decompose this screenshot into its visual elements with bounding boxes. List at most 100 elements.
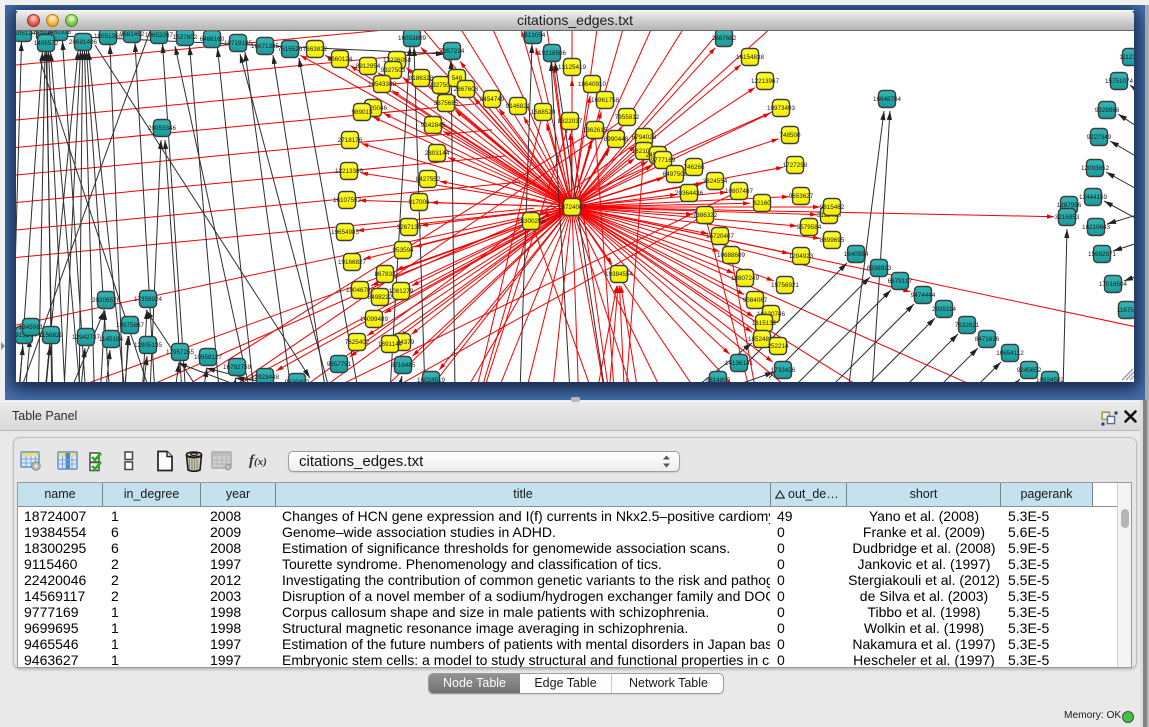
svg-text:14099489: 14099489 bbox=[360, 316, 389, 323]
svg-text:9777169: 9777169 bbox=[651, 157, 676, 164]
svg-text:14136141: 14136141 bbox=[725, 360, 754, 367]
svg-text:1527602: 1527602 bbox=[173, 34, 198, 41]
svg-text:16053809: 16053809 bbox=[398, 35, 427, 42]
svg-text:8454749: 8454749 bbox=[480, 96, 505, 103]
svg-text:2867608: 2867608 bbox=[454, 86, 479, 93]
svg-text:17016504: 17016504 bbox=[1099, 281, 1128, 288]
svg-text:8427552: 8427552 bbox=[416, 176, 441, 183]
svg-text:3215953: 3215953 bbox=[1055, 214, 1080, 221]
svg-text:9814803: 9814803 bbox=[706, 377, 731, 382]
svg-text:16782759: 16782759 bbox=[223, 364, 252, 371]
svg-text:8498222: 8498222 bbox=[368, 294, 393, 301]
svg-text:8899695: 8899695 bbox=[820, 237, 845, 244]
svg-text:1727298: 1727298 bbox=[783, 162, 808, 169]
svg-text:12942737: 12942737 bbox=[72, 334, 101, 341]
svg-text:9520402: 9520402 bbox=[285, 379, 310, 382]
svg-text:746266: 746266 bbox=[683, 164, 705, 171]
svg-text:10688609: 10688609 bbox=[717, 252, 746, 259]
svg-text:9329966: 9329966 bbox=[1095, 107, 1120, 114]
svg-text:12213369: 12213369 bbox=[335, 168, 364, 175]
svg-text:1691144: 1691144 bbox=[378, 341, 403, 348]
svg-text:1204923: 1204923 bbox=[789, 253, 814, 260]
svg-text:19166827: 19166827 bbox=[338, 259, 367, 266]
svg-text:10046788: 10046788 bbox=[346, 287, 375, 294]
svg-text:6794028: 6794028 bbox=[632, 134, 657, 141]
svg-text:7386322: 7386322 bbox=[693, 212, 718, 219]
svg-text:15720407: 15720407 bbox=[706, 233, 735, 240]
svg-text:1112189: 1112189 bbox=[1119, 54, 1134, 61]
svg-text:1588520: 1588520 bbox=[531, 109, 556, 116]
svg-text:1145194: 1145194 bbox=[99, 336, 124, 343]
svg-text:1362615: 1362615 bbox=[583, 127, 608, 134]
svg-text:18807249: 18807249 bbox=[731, 275, 760, 282]
svg-text:10807487: 10807487 bbox=[725, 188, 754, 195]
svg-text:16210643: 16210643 bbox=[1082, 224, 1111, 231]
svg-text:20206576: 20206576 bbox=[92, 297, 121, 304]
svg-text:3716485: 3716485 bbox=[391, 362, 416, 369]
svg-text:12093852: 12093852 bbox=[1081, 165, 1110, 172]
svg-text:10653267: 10653267 bbox=[145, 32, 174, 39]
svg-text:18640910: 18640910 bbox=[578, 81, 607, 88]
svg-text:9653627: 9653627 bbox=[789, 193, 814, 200]
svg-text:8938923: 8938923 bbox=[867, 265, 892, 272]
svg-text:1615132: 1615132 bbox=[752, 320, 777, 327]
svg-text:16671385: 16671385 bbox=[251, 43, 280, 50]
svg-text:7955812: 7955812 bbox=[615, 114, 640, 121]
svg-text:116753: 116753 bbox=[1117, 307, 1134, 314]
svg-text:1405572: 1405572 bbox=[34, 40, 59, 47]
svg-text:19218506: 19218506 bbox=[538, 50, 567, 57]
svg-text:252214: 252214 bbox=[767, 343, 789, 350]
svg-text:1345061: 1345061 bbox=[19, 324, 44, 331]
svg-text:2803144: 2803144 bbox=[425, 150, 450, 157]
svg-text:7357224: 7357224 bbox=[440, 48, 465, 55]
svg-text:3875685: 3875685 bbox=[434, 100, 459, 107]
svg-text:15692971: 15692971 bbox=[1088, 251, 1117, 258]
svg-text:8990448: 8990448 bbox=[604, 136, 629, 143]
svg-text:12213967: 12213967 bbox=[751, 78, 780, 85]
svg-text:10958127: 10958127 bbox=[194, 354, 223, 361]
svg-text:13125419: 13125419 bbox=[558, 64, 587, 71]
svg-text:16648784: 16648784 bbox=[873, 96, 902, 103]
svg-text:8912954: 8912954 bbox=[356, 63, 381, 70]
svg-text:16024519: 16024519 bbox=[417, 377, 446, 382]
svg-text:6466160: 6466160 bbox=[200, 36, 225, 43]
svg-text:19654985: 19654985 bbox=[331, 229, 360, 236]
svg-text:20364436: 20364436 bbox=[675, 190, 704, 197]
svg-text:12444159: 12444159 bbox=[1079, 194, 1108, 201]
svg-text:7663822: 7663822 bbox=[303, 46, 328, 53]
svg-text:9857791: 9857791 bbox=[327, 361, 352, 368]
svg-text:8813054: 8813054 bbox=[521, 32, 546, 39]
svg-text:3267130: 3267130 bbox=[397, 224, 422, 231]
svg-text:1081279: 1081279 bbox=[389, 288, 414, 295]
svg-text:16154838: 16154838 bbox=[736, 54, 765, 61]
svg-text:18051350: 18051350 bbox=[94, 33, 123, 40]
svg-text:18300295: 18300295 bbox=[517, 218, 546, 225]
svg-text:10654112: 10654112 bbox=[996, 350, 1024, 357]
svg-text:62160: 62160 bbox=[753, 200, 771, 207]
svg-text:8660124: 8660124 bbox=[328, 56, 353, 63]
svg-text:7515526: 7515526 bbox=[278, 46, 303, 53]
svg-text:6679197: 6679197 bbox=[888, 278, 913, 285]
svg-text:16961758: 16961758 bbox=[591, 97, 620, 104]
svg-text:9245652: 9245652 bbox=[1017, 367, 1042, 374]
svg-text:9227349: 9227349 bbox=[1087, 134, 1112, 141]
svg-text:7632621: 7632621 bbox=[955, 322, 980, 329]
svg-text:6497508: 6497508 bbox=[663, 171, 688, 178]
svg-text:9474444: 9474444 bbox=[911, 292, 936, 299]
svg-text:917006: 917006 bbox=[408, 199, 430, 206]
svg-text:20691406: 20691406 bbox=[69, 39, 98, 46]
svg-text:10719185: 10719185 bbox=[224, 40, 253, 47]
svg-text:17957255: 17957255 bbox=[166, 349, 195, 356]
svg-text:9084067: 9084067 bbox=[743, 297, 768, 304]
svg-text:2887682: 2887682 bbox=[712, 35, 737, 42]
svg-text:989013: 989013 bbox=[351, 109, 373, 116]
svg-text:15751074: 15751074 bbox=[1105, 78, 1134, 85]
svg-text:9146821: 9146821 bbox=[506, 103, 531, 110]
svg-text:8186328: 8186328 bbox=[409, 75, 434, 82]
svg-text:9242845: 9242845 bbox=[421, 122, 446, 129]
svg-text:1156829: 1156829 bbox=[39, 332, 64, 339]
svg-text:20053346: 20053346 bbox=[148, 125, 177, 132]
svg-text:8471626: 8471626 bbox=[975, 336, 1000, 343]
svg-text:18724007: 18724007 bbox=[558, 204, 587, 211]
svg-text:867833: 867833 bbox=[374, 271, 396, 278]
